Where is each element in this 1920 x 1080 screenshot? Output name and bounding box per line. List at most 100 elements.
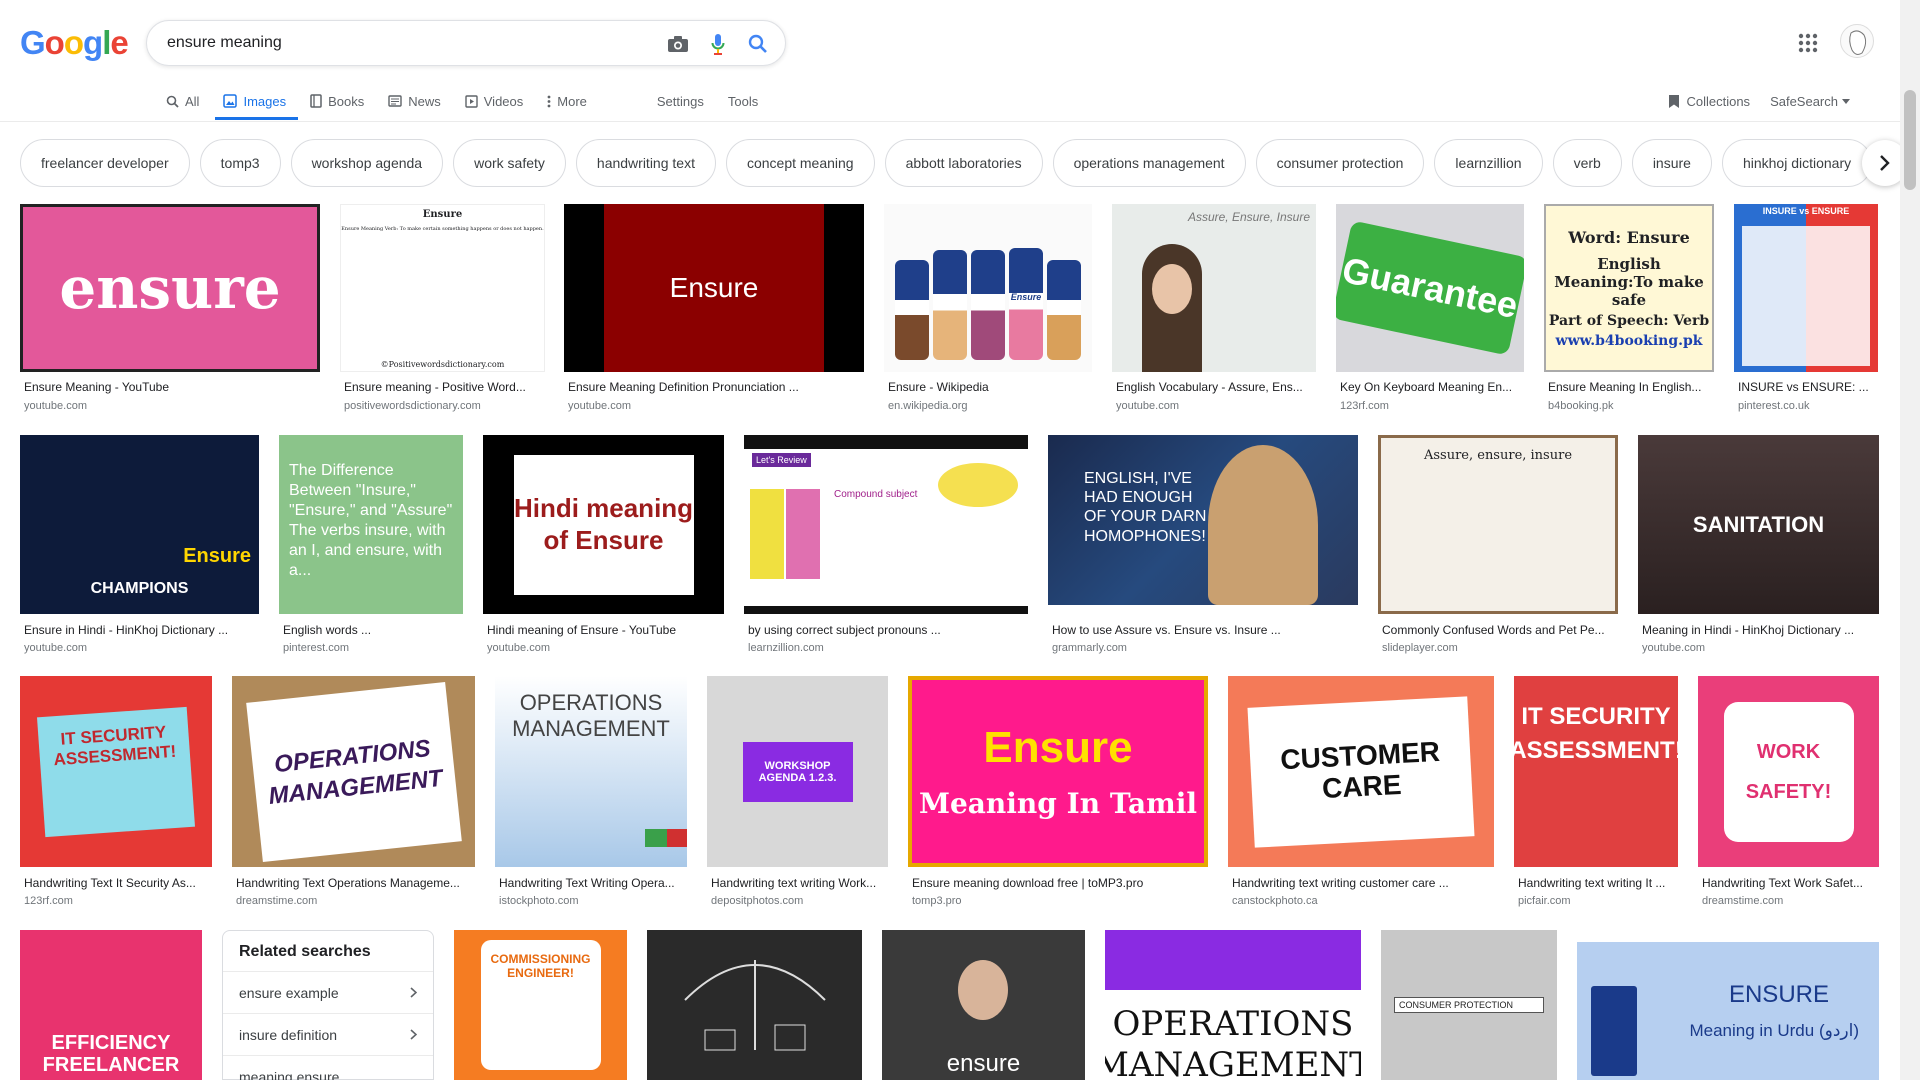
scroll-thumb[interactable] [1904, 90, 1916, 190]
thumbnail[interactable]: WORK SAFETY! [1698, 676, 1879, 867]
thumbnail[interactable]: OPERATIONS MANAGEMENT [495, 676, 687, 867]
tab-all[interactable]: All [166, 82, 199, 120]
thumbnail[interactable]: Ensure [884, 204, 1092, 372]
result-source[interactable]: youtube.com [1642, 642, 1705, 654]
google-logo[interactable]: Google [20, 24, 129, 62]
thumbnail[interactable]: INSURE vs ENSURE [1734, 204, 1878, 372]
chip[interactable]: hinkhoj dictionary [1721, 139, 1873, 187]
safesearch-button[interactable]: SafeSearch [1770, 94, 1850, 109]
thumbnail[interactable]: Guarantee [1336, 204, 1524, 372]
result-title[interactable]: Commonly Confused Words and Pet Pe... [1382, 623, 1618, 637]
tab-videos[interactable]: Videos [465, 82, 523, 120]
image-result[interactable]: EFFICIENCY FREELANCER [20, 930, 202, 1080]
thumbnail[interactable]: OPERATIONS MANAGEMENT [232, 676, 475, 867]
image-result[interactable]: Hindi meaning of Ensure Hindi meaning of… [483, 435, 724, 655]
image-result[interactable]: Ensure Ensure - Wikipedia en.wikipedia.o… [884, 204, 1092, 420]
chip[interactable]: handwriting text [575, 139, 716, 187]
image-result[interactable]: COMMISSIONING ENGINEER! [454, 930, 627, 1080]
thumbnail[interactable]: WORKSHOP AGENDA 1.2.3. [707, 676, 888, 867]
settings-link[interactable]: Settings [657, 82, 704, 120]
image-result[interactable]: WORK SAFETY! Handwriting Text Work Safet… [1698, 676, 1879, 912]
thumbnail[interactable]: Ensure Ensure Meaning Verb: To make cert… [340, 204, 545, 372]
thumbnail[interactable]: Ensure Meaning In Tamil [908, 676, 1208, 867]
thumbnail[interactable]: IT SECURITY ASSESSMENT! [20, 676, 212, 867]
image-result[interactable]: CONSUMER PROTECTION [1381, 930, 1557, 1080]
image-result[interactable]: OPERATIONS MANAGEMENT [1105, 930, 1361, 1080]
result-source[interactable]: tomp3.pro [912, 895, 962, 907]
image-result[interactable]: Ensure CHAMPIONS Ensure in Hindi - HinKh… [20, 435, 259, 655]
microphone-icon[interactable] [705, 31, 731, 57]
result-title[interactable]: Handwriting Text Writing Opera... [499, 876, 687, 890]
result-title[interactable]: Handwriting Text Work Safet... [1702, 876, 1879, 890]
thumbnail[interactable]: Ensure [564, 204, 864, 372]
image-result[interactable]: Ensure Meaning In Tamil Ensure meaning d… [908, 676, 1208, 912]
image-result[interactable]: OPERATIONS MANAGEMENT Handwriting Text O… [232, 676, 475, 912]
result-title[interactable]: Ensure meaning - Positive Word... [344, 380, 544, 394]
image-result[interactable]: Let's Review Compound subject by using c… [744, 435, 1028, 655]
collections-button[interactable]: Collections [1668, 94, 1750, 109]
image-result[interactable]: Assure, Ensure, Insure English Vocabular… [1112, 204, 1316, 420]
thumbnail[interactable]: Ensure CHAMPIONS [20, 435, 259, 614]
result-title[interactable]: English Vocabulary - Assure, Ens... [1116, 380, 1316, 394]
image-result[interactable]: SANITATION Meaning in Hindi - HinKhoj Di… [1638, 435, 1879, 655]
result-title[interactable]: Ensure - Wikipedia [888, 380, 1092, 394]
search-icon[interactable] [745, 31, 771, 57]
image-result[interactable]: Ensure Ensure Meaning Verb: To make cert… [340, 204, 545, 420]
chip[interactable]: operations management [1052, 139, 1246, 187]
related-search-item[interactable]: insure definition [223, 1013, 433, 1055]
image-result[interactable]: Guarantee Key On Keyboard Meaning En... … [1336, 204, 1524, 420]
result-title[interactable]: INSURE vs ENSURE: ... [1738, 380, 1878, 394]
tab-more[interactable]: More [547, 82, 587, 120]
result-title[interactable]: Ensure Meaning In English... [1548, 380, 1714, 394]
result-source[interactable]: dreamstime.com [1702, 895, 1783, 907]
image-result[interactable]: ENGLISH, I'VE HAD ENOUGH OF YOUR DARN HO… [1048, 435, 1358, 655]
thumbnail[interactable]: CUSTOMER CARE [1228, 676, 1494, 867]
result-title[interactable]: by using correct subject pronouns ... [748, 623, 1028, 637]
result-source[interactable]: istockphoto.com [499, 895, 578, 907]
chip[interactable]: work safety [453, 139, 566, 187]
result-source[interactable]: 123rf.com [24, 895, 73, 907]
tab-images[interactable]: Images [215, 82, 298, 120]
thumbnail[interactable]: ensure [20, 204, 320, 372]
image-result[interactable]: ensure [882, 930, 1085, 1080]
tab-books[interactable]: Books [310, 82, 364, 120]
chip[interactable]: learnzillion [1434, 139, 1543, 187]
result-source[interactable]: slideplayer.com [1382, 642, 1458, 654]
image-result[interactable]: IT SECURITY ASSESSMENT! Handwriting text… [1514, 676, 1678, 912]
result-title[interactable]: Ensure Meaning Definition Pronunciation … [568, 380, 864, 394]
result-title[interactable]: Handwriting text writing Work... [711, 876, 888, 890]
chip[interactable]: consumer protection [1255, 139, 1425, 187]
chip[interactable]: abbott laboratories [884, 139, 1043, 187]
image-result[interactable]: Ensure Ensure Meaning Definition Pronunc… [564, 204, 864, 420]
result-title[interactable]: Hindi meaning of Ensure - YouTube [487, 623, 724, 637]
result-title[interactable]: Ensure in Hindi - HinKhoj Dictionary ... [24, 623, 259, 637]
result-source[interactable]: youtube.com [487, 642, 550, 654]
result-title[interactable]: Ensure Meaning - YouTube [24, 380, 320, 394]
chip[interactable]: insure [1631, 139, 1712, 187]
chip[interactable]: workshop agenda [290, 139, 444, 187]
search-input[interactable]: ensure meaning [167, 34, 282, 52]
result-source[interactable]: b4booking.pk [1548, 400, 1613, 412]
result-source[interactable]: en.wikipedia.org [888, 400, 968, 412]
thumbnail[interactable]: IT SECURITY ASSESSMENT! [1514, 676, 1678, 867]
chip[interactable]: tomp3 [199, 139, 281, 187]
image-result[interactable]: INSURE vs ENSURE INSURE vs ENSURE: ... p… [1734, 204, 1878, 420]
result-source[interactable]: learnzillion.com [748, 642, 824, 654]
result-source[interactable]: youtube.com [24, 400, 87, 412]
thumbnail[interactable]: ENGLISH, I'VE HAD ENOUGH OF YOUR DARN HO… [1048, 435, 1358, 605]
result-title[interactable]: English words ... [283, 623, 463, 637]
image-result[interactable]: The Difference Between "Insure," "Ensure… [279, 435, 463, 655]
result-title[interactable]: Ensure meaning download free | toMP3.pro [912, 876, 1208, 890]
result-source[interactable]: dreamstime.com [236, 895, 317, 907]
thumbnail[interactable]: Assure, Ensure, Insure [1112, 204, 1316, 372]
result-title[interactable]: Handwriting text writing customer care .… [1232, 876, 1494, 890]
image-result[interactable]: Assure, ensure, insure Commonly Confused… [1378, 435, 1618, 655]
result-source[interactable]: youtube.com [1116, 400, 1179, 412]
result-source[interactable]: pinterest.co.uk [1738, 400, 1810, 412]
thumbnail[interactable]: Assure, ensure, insure [1378, 435, 1618, 614]
result-source[interactable]: youtube.com [568, 400, 631, 412]
image-result[interactable]: CUSTOMER CARE Handwriting text writing c… [1228, 676, 1494, 912]
image-result[interactable]: WORKSHOP AGENDA 1.2.3. Handwriting text … [707, 676, 888, 912]
chip[interactable]: freelancer developer [20, 139, 190, 187]
tools-link[interactable]: Tools [728, 82, 758, 120]
